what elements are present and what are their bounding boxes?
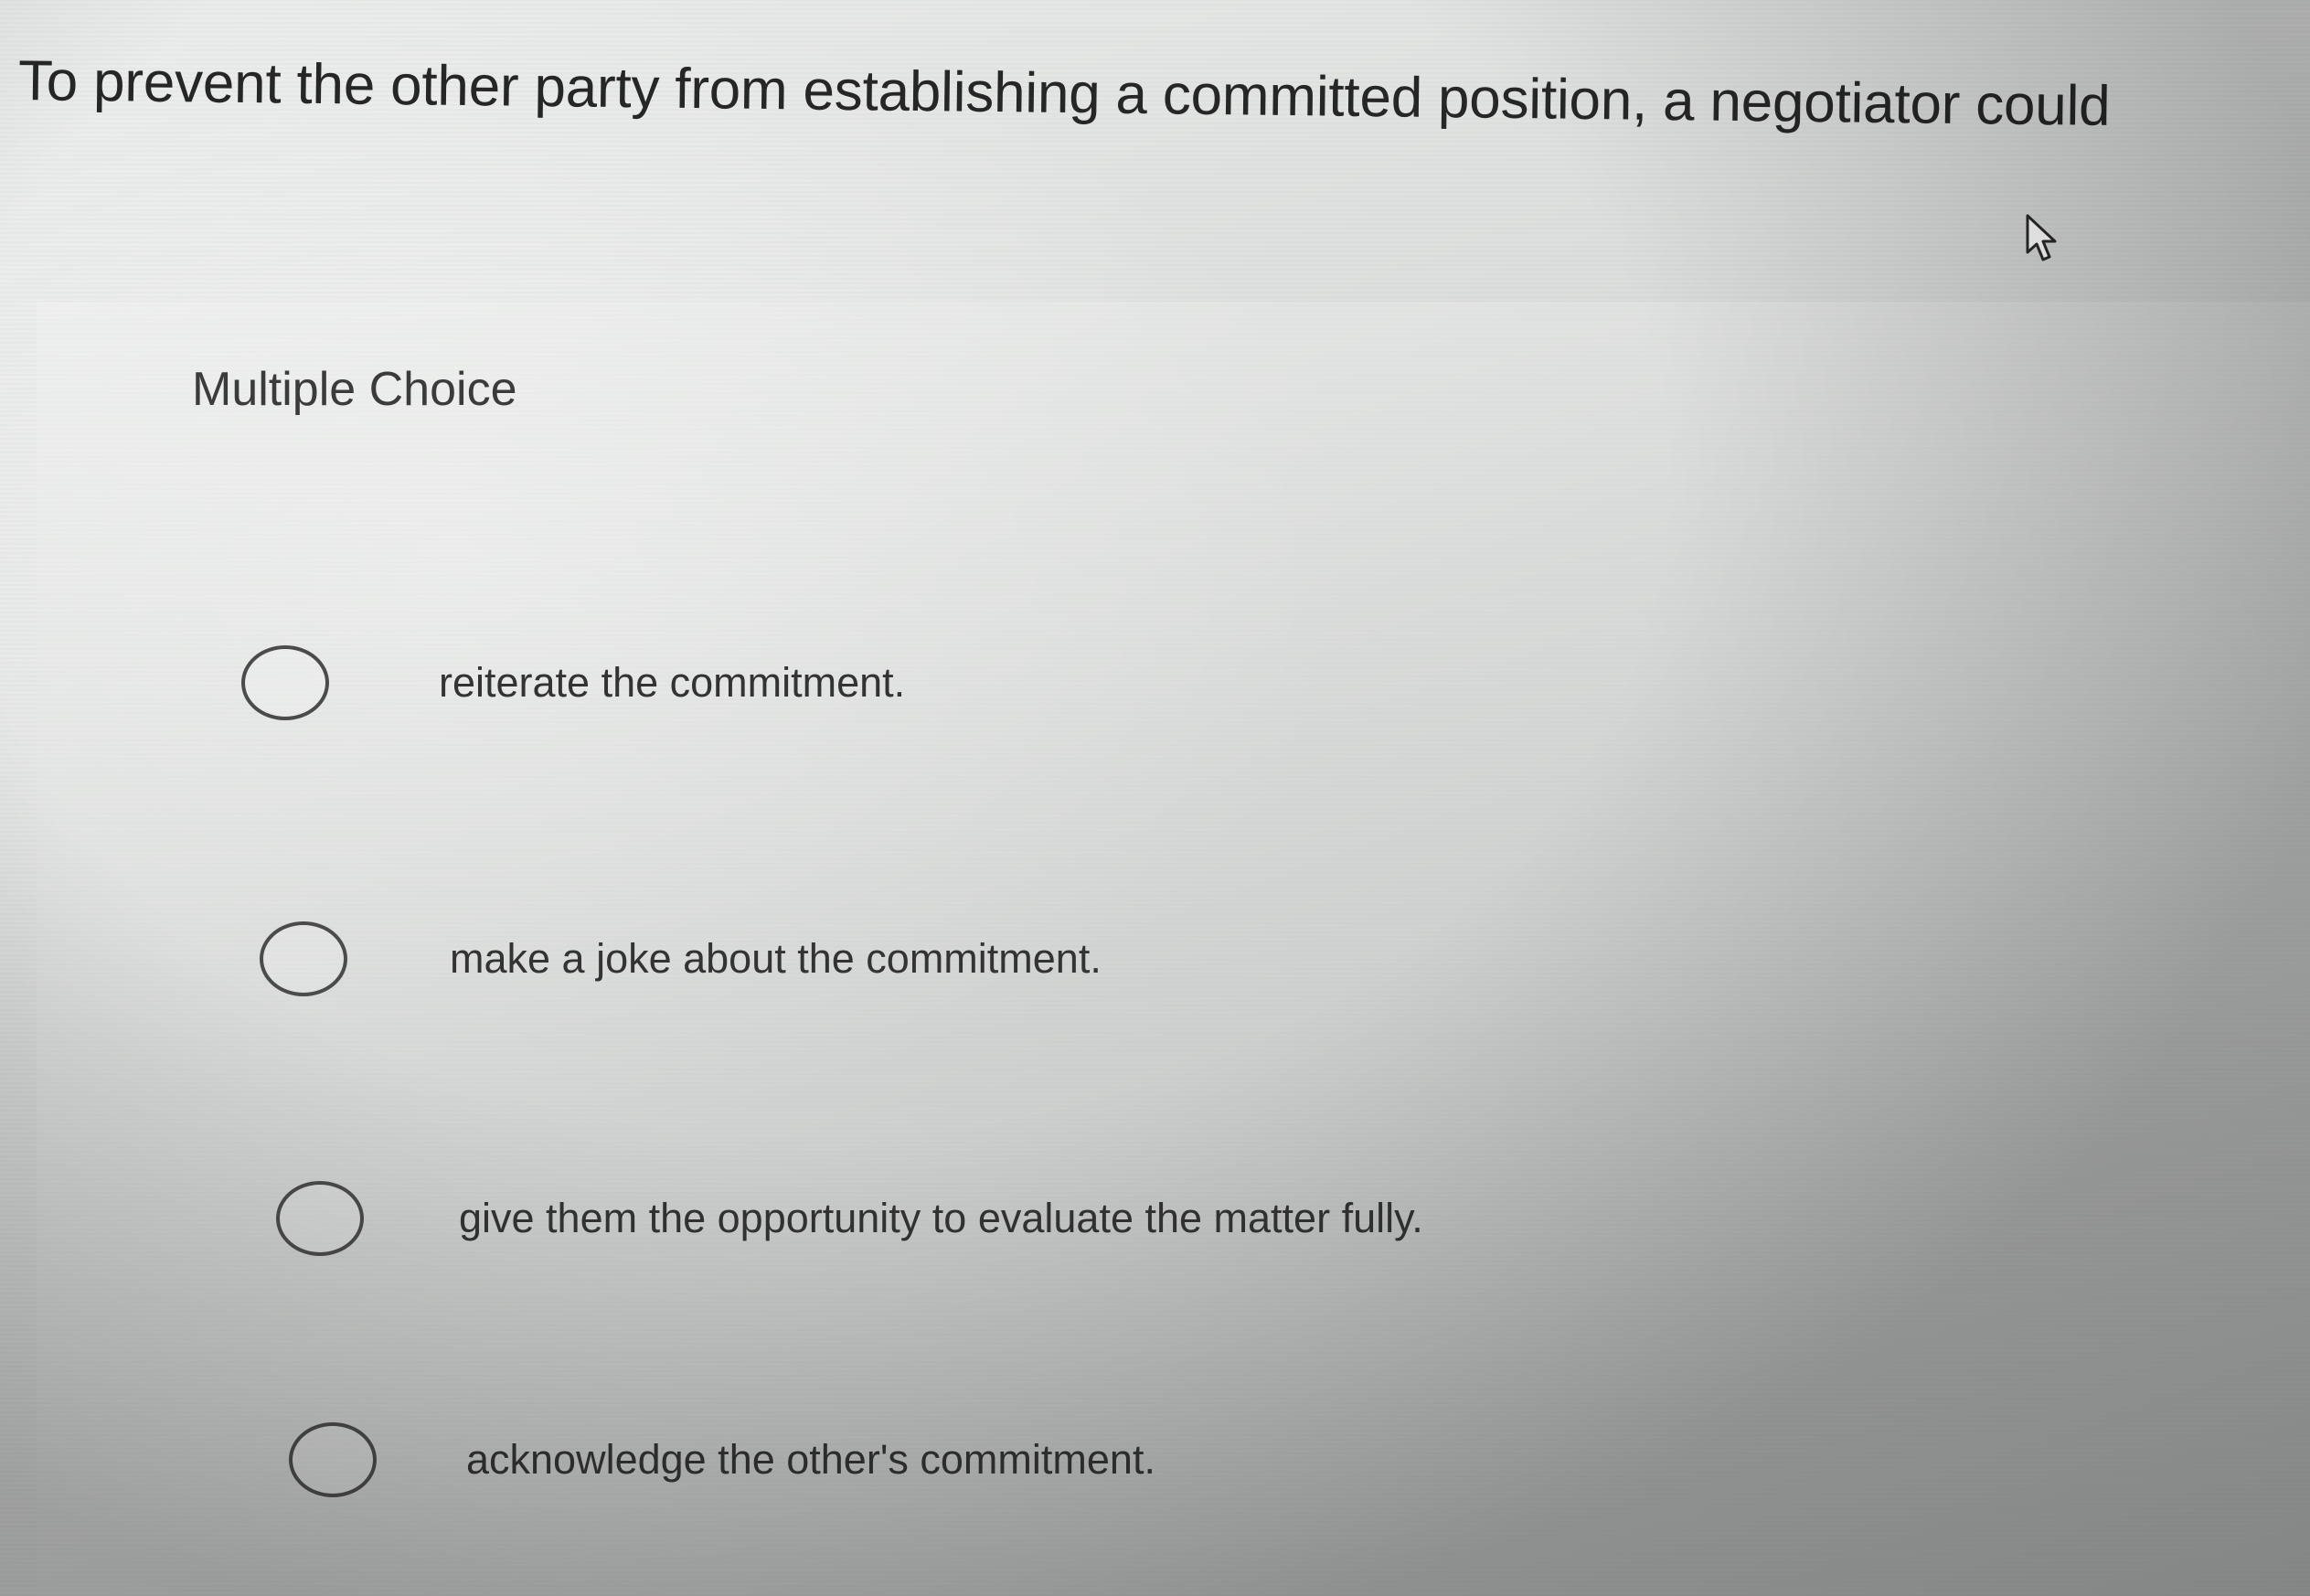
option-label: give them the opportunity to evaluate th…: [459, 1195, 1423, 1241]
answer-option[interactable]: acknowledge the other's commitment.: [289, 1422, 1660, 1523]
question-header: To prevent the other party from establis…: [0, 0, 2310, 302]
radio-button[interactable]: [289, 1422, 377, 1497]
option-label: acknowledge the other's commitment.: [466, 1436, 1155, 1483]
answer-option[interactable]: give them the opportunity to evaluate th…: [276, 1181, 1647, 1282]
question-text: To prevent the other party from establis…: [17, 49, 2111, 138]
answer-option[interactable]: make a joke about the commitment.: [260, 921, 1631, 1022]
option-label: make a joke about the commitment.: [450, 935, 1102, 982]
radio-button[interactable]: [276, 1181, 364, 1256]
pointer-cursor-icon: [2026, 214, 2057, 261]
option-label: reiterate the commitment.: [439, 659, 906, 706]
radio-button[interactable]: [260, 921, 347, 996]
answer-option[interactable]: reiterate the commitment.: [241, 645, 1613, 746]
radio-button[interactable]: [241, 645, 329, 720]
multiple-choice-label: Multiple Choice: [192, 363, 517, 416]
